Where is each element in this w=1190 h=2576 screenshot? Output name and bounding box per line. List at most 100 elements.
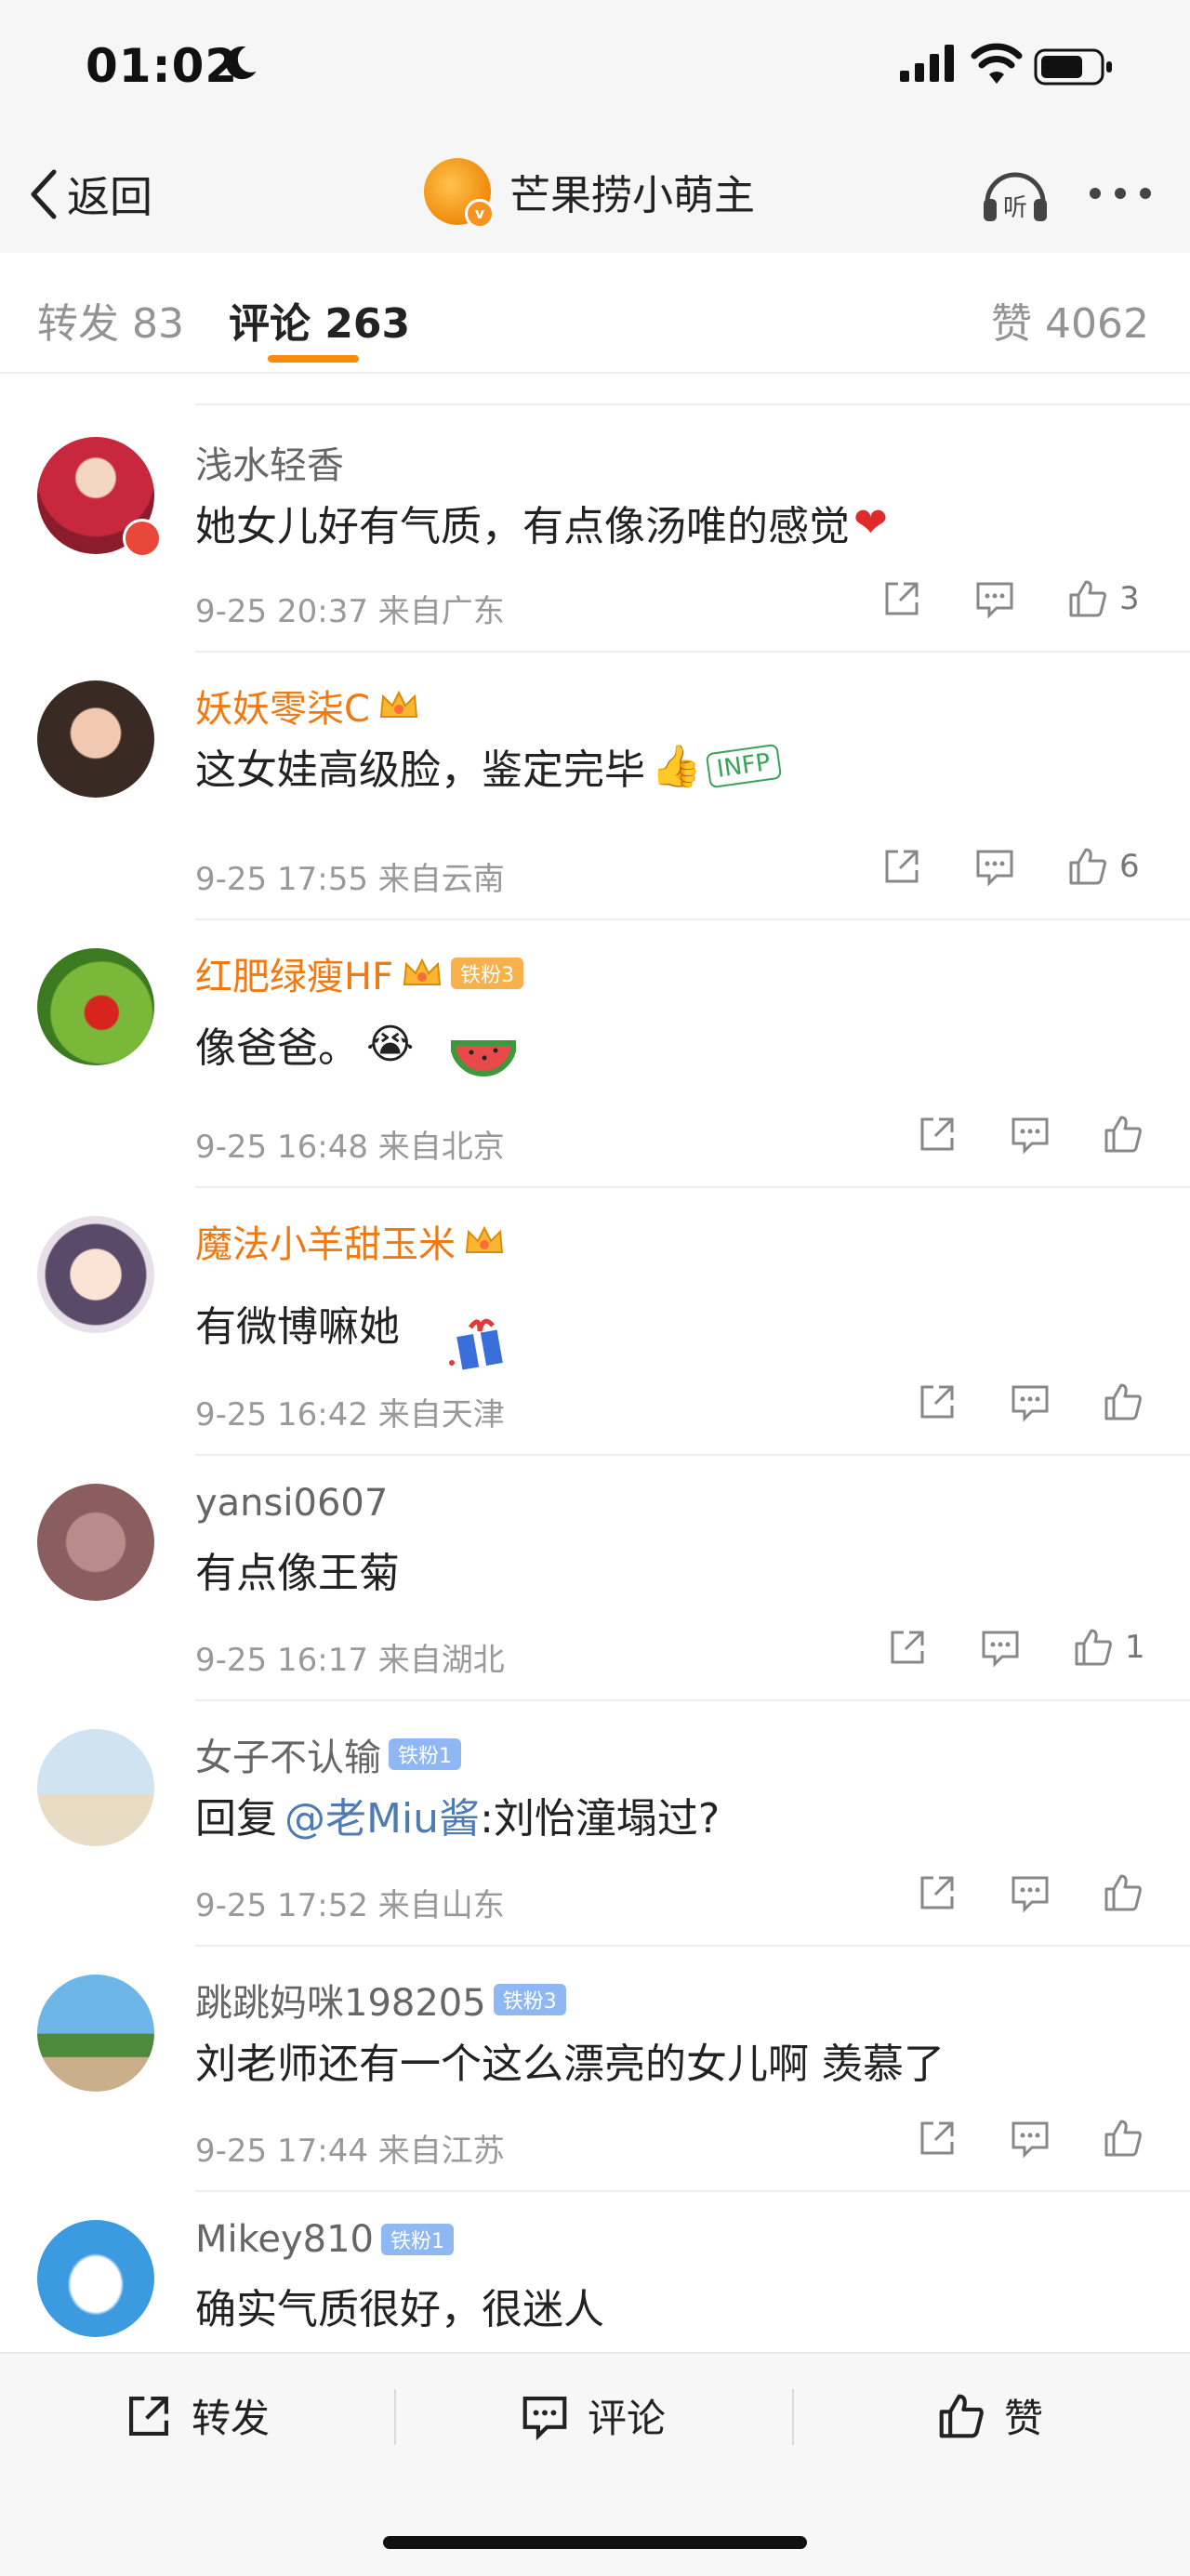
username-text: yansi0607 — [195, 1482, 389, 1525]
status-time: 01:02 — [86, 39, 239, 93]
avatar[interactable] — [37, 1216, 154, 1333]
comment-icon[interactable] — [1010, 2118, 1051, 2159]
heart-emoji: ❤ — [853, 498, 888, 547]
verified-badge-icon: v — [465, 199, 495, 229]
back-button[interactable]: 返回 — [30, 165, 152, 223]
comment-actions: 1 — [887, 1627, 1145, 1668]
username[interactable]: Mikey810 铁粉1 — [195, 2218, 454, 2261]
share-icon[interactable] — [917, 2118, 958, 2159]
comment-text: 这女娃高级脸，鉴定完毕 👍 INFP — [195, 736, 782, 796]
comment-icon[interactable] — [974, 846, 1015, 887]
share-icon — [129, 2396, 168, 2436]
headphone-listen-icon[interactable]: 听 — [980, 164, 1051, 225]
moon-icon — [226, 46, 257, 80]
like-icon[interactable] — [1103, 1872, 1144, 1913]
comment-icon[interactable] — [1010, 1872, 1051, 1913]
username[interactable]: 女子不认输 铁粉1 — [195, 1727, 461, 1781]
username[interactable]: 红肥绿瘦HF 铁粉3 — [195, 946, 524, 1000]
avatar[interactable] — [37, 1975, 154, 2092]
author-name: 芒果捞小萌主 — [509, 172, 755, 219]
active-tab-indicator — [268, 355, 359, 363]
watermelon-sticker-icon — [451, 1040, 517, 1077]
comment-text: 有点像王菊 — [195, 1539, 400, 1599]
share-icon[interactable] — [917, 1381, 958, 1422]
fan-level-badge: 铁粉1 — [381, 2224, 454, 2255]
comment-item: 妖妖零柒C 这女娃高级脸，鉴定完毕 👍 INFP 9-25 17:55 来自云南 … — [0, 653, 1190, 920]
username-text: 女子不认输 — [195, 1737, 381, 1779]
comment-item: yansi0607 有点像王菊 9-25 16:17 来自湖北 1 — [0, 1456, 1190, 1701]
comment-meta: 9-25 20:37 来自广东 — [195, 593, 505, 630]
like-button[interactable]: 赞 — [937, 2387, 1043, 2444]
share-icon[interactable] — [881, 846, 922, 887]
comment-meta: 9-25 16:48 来自北京 — [195, 1129, 505, 1166]
like-icon — [939, 2394, 984, 2437]
avatar[interactable] — [37, 1729, 154, 1846]
mention-link[interactable]: @老Miu酱 — [284, 1785, 480, 1844]
comment-item: 红肥绿瘦HF 铁粉3 像爸爸。 😭 9-25 16:48 来自北京 — [0, 920, 1190, 1188]
comment-icon[interactable] — [980, 1627, 1021, 1668]
comment-body: 刘老师还有一个这么漂亮的女儿啊 羡慕了 — [195, 2041, 945, 2088]
share-icon[interactable] — [917, 1872, 958, 1913]
comment-body: :刘怡潼塌过? — [480, 1795, 721, 1843]
comment-body: 有点像王菊 — [195, 1550, 400, 1597]
comment-meta: 9-25 16:42 来自天津 — [195, 1396, 505, 1433]
divider — [792, 2389, 794, 2445]
battery-icon — [1034, 48, 1112, 86]
reply-prefix: 回复 — [195, 1795, 277, 1843]
tab-bar: 转发 83 评论 263 赞 4062 — [0, 253, 1190, 372]
like-icon[interactable] — [1103, 1381, 1144, 1422]
tab-likes[interactable]: 赞 4062 — [991, 290, 1149, 350]
comment-meta: 9-25 17:52 来自山东 — [195, 1887, 505, 1924]
username-text: 妖妖零柒C — [195, 688, 370, 731]
crown-icon — [465, 1225, 504, 1253]
like-count: 1 — [1125, 1629, 1145, 1666]
comment-body: 她女儿好有气质，有点像汤唯的感觉 — [195, 503, 850, 550]
username[interactable]: 跳跳妈咪198205 铁粉3 — [195, 1973, 566, 2027]
share-icon[interactable] — [917, 1114, 958, 1155]
avatar[interactable] — [37, 948, 154, 1065]
share-icon[interactable] — [887, 1627, 928, 1668]
listen-label: 听 — [1003, 194, 1027, 222]
nav-title[interactable]: v 芒果捞小萌主 — [424, 158, 755, 229]
like-icon[interactable] — [1103, 1114, 1144, 1155]
comment-actions — [917, 1381, 1144, 1422]
comment-icon[interactable] — [974, 578, 1015, 619]
author-avatar: v — [424, 158, 495, 229]
comment-text: 确实气质很好，很迷人 — [195, 2276, 604, 2335]
username-text: 魔法小羊甜玉米 — [195, 1223, 456, 1266]
more-icon[interactable] — [1088, 186, 1153, 201]
like-icon[interactable] — [1073, 1627, 1114, 1668]
like-icon[interactable] — [1103, 2118, 1144, 2159]
comment-body: 确实气质很好，很迷人 — [195, 2286, 604, 2333]
thumbs-up-emoji: 👍 — [651, 743, 702, 790]
avatar[interactable] — [37, 680, 154, 798]
crown-icon — [403, 958, 442, 985]
username[interactable]: 妖妖零柒C — [195, 679, 420, 733]
wifi-icon — [971, 43, 1023, 84]
username[interactable]: 魔法小羊甜玉米 — [195, 1214, 506, 1268]
comment-icon[interactable] — [1010, 1114, 1051, 1155]
comment-icon[interactable] — [1010, 1381, 1051, 1422]
share-icon[interactable] — [881, 578, 922, 619]
like-label: 赞 — [1004, 2396, 1044, 2441]
avatar[interactable] — [37, 1484, 154, 1601]
divider — [195, 403, 1190, 405]
username[interactable]: yansi0607 — [195, 1482, 388, 1525]
comment-label: 评论 — [588, 2396, 667, 2441]
username[interactable]: 浅水轻香 — [195, 435, 344, 489]
fan-level-badge: 铁粉1 — [389, 1738, 461, 1770]
comment-item: Mikey810 铁粉1 确实气质很好，很迷人 — [0, 2192, 1190, 2352]
comment-item: 魔法小羊甜玉米 有微博嘛她 9-25 16:42 来自天津 — [0, 1188, 1190, 1456]
tab-comments[interactable]: 评论 263 — [229, 290, 410, 350]
comment-button[interactable]: 评论 — [521, 2387, 666, 2444]
tab-repost[interactable]: 转发 83 — [37, 290, 184, 350]
like-icon[interactable] — [1067, 846, 1108, 887]
like-icon[interactable] — [1067, 578, 1108, 619]
comment-item: 跳跳妈咪198205 铁粉3 刘老师还有一个这么漂亮的女儿啊 羡慕了 9-25 … — [0, 1947, 1190, 2192]
comment-actions: 6 — [881, 846, 1140, 887]
infp-sticker: INFP — [705, 743, 782, 789]
repost-button[interactable]: 转发 — [125, 2387, 270, 2444]
comment-text: 刘老师还有一个这么漂亮的女儿啊 羡慕了 — [195, 2030, 945, 2090]
avatar[interactable] — [37, 2220, 154, 2337]
username-text: 红肥绿瘦HF — [195, 956, 394, 998]
